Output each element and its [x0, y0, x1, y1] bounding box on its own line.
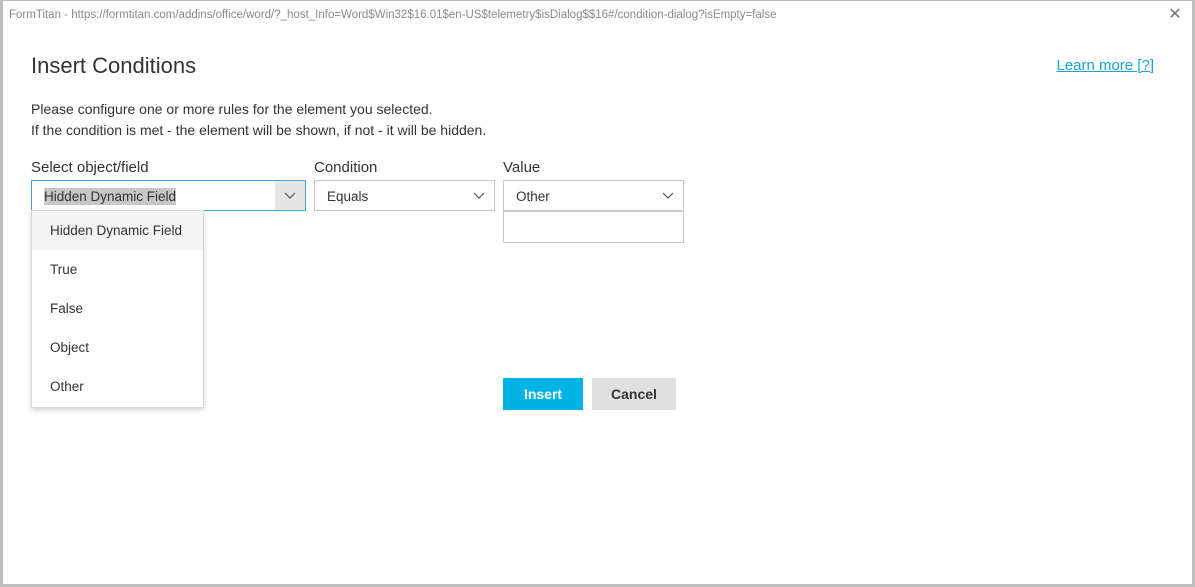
intro-line-2: If the condition is met - the element wi… [31, 122, 487, 138]
object-field-dropdown: Hidden Dynamic Field True False Object O… [31, 210, 204, 408]
dropdown-option[interactable]: False [32, 289, 203, 328]
dropdown-option[interactable]: Hidden Dynamic Field [32, 211, 203, 250]
object-field-label: Select object/field [31, 159, 149, 176]
dropdown-option[interactable]: Object [32, 328, 203, 367]
object-field-value: Hidden Dynamic Field [44, 188, 177, 205]
value-text-input[interactable] [503, 211, 684, 243]
chevron-down-icon[interactable] [653, 181, 683, 210]
value-select-value: Other [516, 189, 550, 204]
window-titlebar: FormTitan - https://formtitan.com/addins… [9, 9, 777, 21]
condition-label: Condition [314, 159, 378, 176]
condition-value: Equals [327, 189, 369, 204]
value-label: Value [503, 159, 541, 176]
learn-more-link[interactable]: Learn more [?] [1056, 57, 1154, 74]
object-field-select[interactable]: Hidden Dynamic Field [31, 180, 306, 211]
close-icon[interactable]: ✕ [1166, 6, 1184, 24]
dropdown-option[interactable]: True [32, 250, 203, 289]
page-title: Insert Conditions [31, 53, 197, 78]
value-select[interactable]: Other [503, 180, 684, 211]
chevron-down-icon[interactable] [464, 181, 494, 210]
dialog-window: FormTitan - https://formtitan.com/addins… [0, 0, 1195, 587]
chevron-down-icon[interactable] [275, 181, 305, 210]
cancel-button[interactable]: Cancel [592, 378, 676, 410]
intro-text: Please configure one or more rules for t… [31, 99, 486, 141]
insert-button[interactable]: Insert [503, 378, 583, 410]
condition-select[interactable]: Equals [314, 180, 495, 211]
intro-line-1: Please configure one or more rules for t… [31, 101, 433, 117]
dropdown-option[interactable]: Other [32, 367, 203, 406]
